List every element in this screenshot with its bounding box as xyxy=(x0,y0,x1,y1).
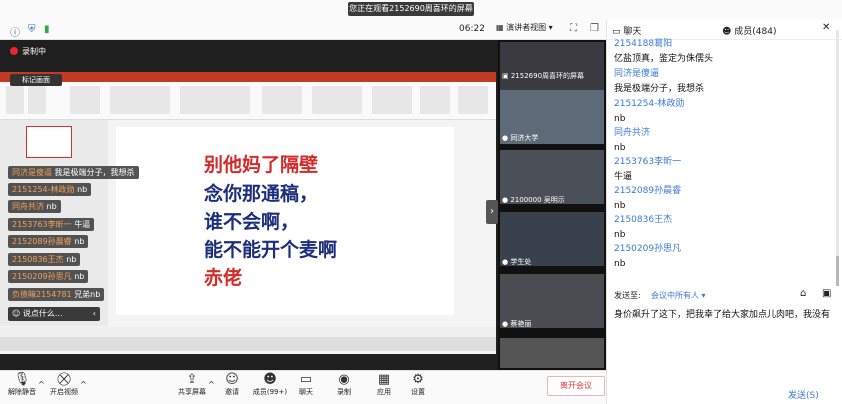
chat-sender: 2152089孙晨睿 xyxy=(614,186,682,196)
emoji-icon[interactable]: ☺ xyxy=(12,309,23,318)
chat-sender: 2150836王杰 xyxy=(614,215,673,225)
image-icon[interactable]: ▣ xyxy=(822,288,831,299)
powerpoint-ribbon xyxy=(0,82,496,120)
chevron-up-icon[interactable]: ^ xyxy=(80,380,87,389)
send-to-target: 会议中所有人 xyxy=(651,291,699,300)
folder-icon[interactable]: ⌂ xyxy=(800,288,806,299)
meeting-timer: 06:22 xyxy=(459,24,485,34)
chat-button[interactable]: ▭ 聊天 xyxy=(286,372,326,397)
participant-name: ● 学生处 xyxy=(502,258,532,266)
speaker-view-button[interactable]: ▦ 演讲者视图 ▾ xyxy=(496,20,562,36)
chat-scroll-thumb[interactable] xyxy=(836,256,839,286)
chat-input[interactable]: 身价飙升了这下，把我幸了给大家加点儿肉吧，我没有 xyxy=(614,307,830,320)
participant-name: ▣ 2152690周喜环的屏幕 xyxy=(502,72,585,80)
mark-screen-button[interactable]: 标记画面 xyxy=(10,74,62,86)
record-icon: ◉ xyxy=(338,372,350,387)
recording-indicator: 录制中 xyxy=(0,45,90,59)
record-button[interactable]: ◉ 录制 xyxy=(324,372,364,397)
recording-label: 录制中 xyxy=(22,47,46,56)
slide-thumbnail[interactable] xyxy=(26,126,72,158)
chat-content: nb xyxy=(614,143,626,153)
collapse-left-icon[interactable]: ‹ xyxy=(93,307,96,321)
camera-off-icon: ⛒ xyxy=(57,372,71,387)
overlay-chat-message: 2153763李昕一 牛逼 xyxy=(8,218,95,231)
close-icon[interactable]: ✕ xyxy=(822,22,830,33)
overlay-chat-message: 2150836王杰 nb xyxy=(8,253,81,266)
share-screen-button[interactable]: ⇪ 共享屏幕 xyxy=(172,372,212,397)
leave-meeting-button[interactable]: 离开会议 xyxy=(547,376,605,396)
record-dot-icon xyxy=(10,47,18,55)
send-to-select[interactable]: 会议中所有人 ▾ xyxy=(651,290,706,301)
overlay-chat-message: 2152089孙晨睿 nb xyxy=(8,235,89,248)
slide-line-2: 念你那通稿， xyxy=(204,183,319,205)
chat-sender: 同济是傻逼 xyxy=(614,69,660,79)
chat-bubble-icon: ▭ xyxy=(299,372,313,387)
overlay-chat-message: 2151254-林政勋 nb xyxy=(8,183,92,196)
participant-name: ● 同济大学 xyxy=(502,134,539,142)
slide-line-3: 谁不会啊， xyxy=(204,211,300,233)
chat-icon: ▭ xyxy=(612,27,624,37)
members-tab[interactable]: ☻ 成员(484) xyxy=(722,24,776,37)
info-icon[interactable]: ⓘ xyxy=(10,24,20,39)
overlay-chat-input[interactable]: ☺ 说点什么... ‹ xyxy=(8,307,100,321)
mute-button[interactable]: 🎙 解除静音 xyxy=(2,372,42,397)
members-icon: ☻ xyxy=(722,27,735,37)
overlay-input-placeholder: 说点什么... xyxy=(22,309,63,318)
grid-icon: ▦ xyxy=(496,23,507,32)
send-to-label: 发送至: xyxy=(614,291,641,300)
chat-sender: 2150209孙思凡 xyxy=(614,244,682,254)
add-user-icon: ☺ xyxy=(225,372,239,387)
slide-line-5: 赤佬 xyxy=(204,267,243,289)
share-screen-icon: ⇪ xyxy=(186,372,198,387)
signal-icon: ▮ xyxy=(44,24,50,35)
overlay-chat-message: 2150209孙思凡 nb xyxy=(8,270,89,283)
screen-share-icon: ▣ xyxy=(502,72,511,80)
overlay-chat-message: 同舟共济 nb xyxy=(8,200,61,213)
shield-icon[interactable]: ⛨ xyxy=(28,24,36,35)
chat-tab[interactable]: ▭ 聊天 xyxy=(612,24,641,37)
overlay-chat-message: 同济是傻逼 我是极端分子，我想杀 xyxy=(8,166,139,179)
powerpoint-statusbar xyxy=(0,327,496,337)
screen-share-banner: 您正在观看2152690周喜环的屏幕 xyxy=(348,2,474,16)
gear-icon: ⚙ xyxy=(412,372,424,387)
send-button[interactable]: 发送(S) xyxy=(788,388,819,401)
speaker-view-label: 演讲者视图 xyxy=(506,23,547,32)
participant-name: ● 2100000 吴明示 xyxy=(502,196,565,204)
microphone-icon: 🎙 xyxy=(13,372,31,387)
chat-content: nb xyxy=(614,114,626,124)
video-button[interactable]: ⛒ 开启视频 xyxy=(44,372,84,397)
chat-content: 牛逼 xyxy=(614,172,633,182)
pip-icon[interactable]: ❐ xyxy=(590,23,599,34)
chat-content: nb xyxy=(614,230,626,240)
fullscreen-icon[interactable]: ⛶ xyxy=(570,23,577,34)
overlay-chat-message: 负债嘛2154781 兄弟nb xyxy=(8,288,105,301)
participant-tile[interactable] xyxy=(500,42,604,96)
windows-taskbar xyxy=(0,337,496,351)
participant-tile[interactable] xyxy=(500,338,604,368)
participant-name: ● 蔡艳丽 xyxy=(502,320,532,328)
chat-content: 我是极端分子，我想杀 xyxy=(614,84,705,94)
slide-line-1: 别他妈了隔壁 xyxy=(204,154,319,176)
collapse-strip-button[interactable]: › xyxy=(486,200,498,224)
invite-button[interactable]: ☺ 邀请 xyxy=(212,372,252,397)
powerpoint-titlebar xyxy=(0,72,496,82)
members-button[interactable]: ☻ 成员(99+) xyxy=(250,372,290,397)
chat-sender: 2153763李昕一 xyxy=(614,157,682,167)
chat-sender: 2154188葛阳 xyxy=(614,39,673,49)
chat-scrollbar[interactable] xyxy=(836,30,839,280)
chat-content: 亿盐顶真，鉴定为侏儒头 xyxy=(614,54,714,64)
chat-content: nb xyxy=(614,259,626,269)
chat-content: nb xyxy=(614,201,626,211)
chat-sender: 同舟共济 xyxy=(614,128,651,138)
chat-sender: 2151254-林政勋 xyxy=(614,99,685,109)
slide-line-4: 能不能开个麦啊 xyxy=(204,239,338,261)
settings-button[interactable]: ⚙ 设置 xyxy=(398,372,438,397)
members-icon: ☻ xyxy=(263,372,277,387)
